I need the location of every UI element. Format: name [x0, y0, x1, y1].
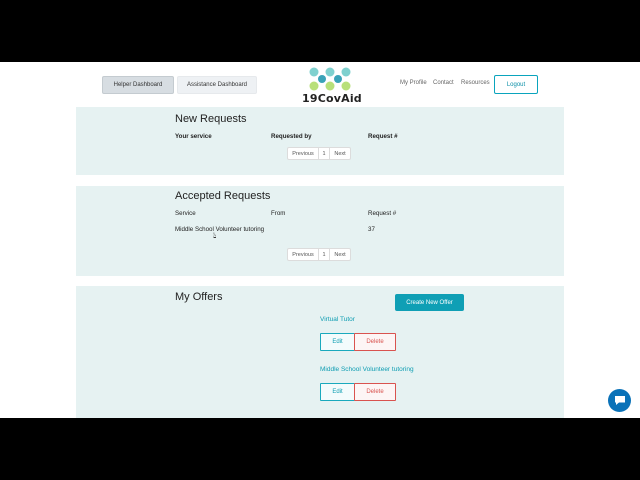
table-row-service: Middle School Volunteer tutoring	[175, 226, 265, 233]
next-page-button[interactable]: Next	[330, 249, 350, 260]
column-header-your-service: Your service	[175, 133, 212, 140]
my-offers-section: My Offers Create New Offer Virtual Tutor…	[76, 286, 564, 418]
mouse-cursor-icon: 👆︎	[213, 231, 217, 240]
helper-dashboard-tab[interactable]: Helper Dashboard	[102, 76, 174, 94]
offer-title[interactable]: Middle School Volunteer tutoring	[320, 366, 414, 373]
column-header-request-number: Request #	[368, 133, 398, 140]
page-number-button[interactable]: 1	[319, 249, 330, 260]
chat-icon	[614, 396, 625, 405]
delete-offer-button[interactable]: Delete	[354, 383, 396, 401]
delete-offer-button[interactable]: Delete	[354, 333, 396, 351]
accepted-requests-section: Accepted Requests Service From Request #…	[76, 186, 564, 276]
page-number-button[interactable]: 1	[319, 148, 330, 159]
previous-page-button[interactable]: Previous	[288, 148, 319, 159]
logo-text: 19CovAid	[302, 92, 362, 105]
new-requests-pagination: Previous 1 Next	[287, 147, 351, 160]
nav-my-profile[interactable]: My Profile	[400, 80, 427, 86]
table-row-request-number: 37	[368, 226, 375, 233]
nav-resources[interactable]: Resources	[461, 80, 490, 86]
logout-button[interactable]: Logout	[494, 75, 538, 94]
logo-icon	[309, 67, 351, 91]
edit-offer-button[interactable]: Edit	[320, 383, 355, 401]
accepted-requests-pagination: Previous 1 Next	[287, 248, 351, 261]
column-header-requested-by: Requested by	[271, 133, 312, 140]
my-offers-title: My Offers	[175, 291, 223, 303]
new-requests-section: New Requests Your service Requested by R…	[76, 107, 564, 175]
previous-page-button[interactable]: Previous	[288, 249, 319, 260]
edit-offer-button[interactable]: Edit	[320, 333, 355, 351]
next-page-button[interactable]: Next	[330, 148, 350, 159]
column-header-request-number: Request #	[368, 210, 397, 217]
column-header-from: From	[271, 210, 286, 217]
nav-contact[interactable]: Contact	[433, 80, 454, 86]
top-navbar: Helper Dashboard Assistance Dashboard 19…	[0, 62, 640, 106]
chat-button[interactable]	[608, 389, 631, 412]
accepted-requests-title: Accepted Requests	[175, 190, 271, 202]
logo[interactable]: 19CovAid	[302, 66, 362, 105]
assistance-dashboard-tab[interactable]: Assistance Dashboard	[177, 76, 257, 94]
new-requests-title: New Requests	[175, 113, 247, 125]
offer-title[interactable]: Virtual Tutor	[320, 316, 355, 323]
column-header-service: Service	[175, 210, 196, 217]
browser-viewport: Helper Dashboard Assistance Dashboard 19…	[0, 62, 640, 418]
create-new-offer-button[interactable]: Create New Offer	[395, 294, 464, 311]
